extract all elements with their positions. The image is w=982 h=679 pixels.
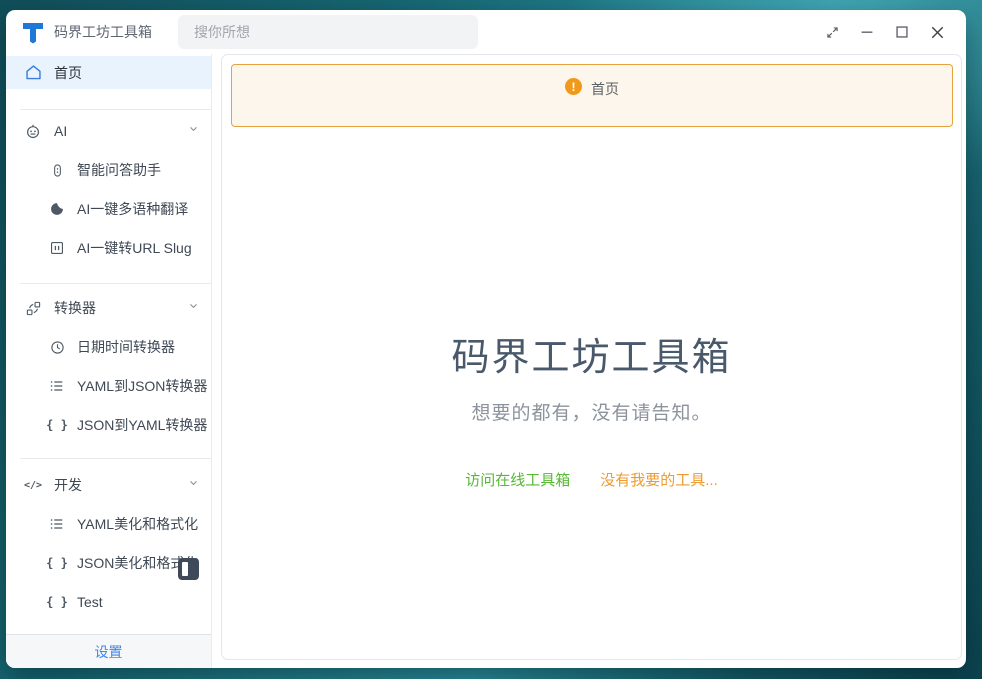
hero: 码界工坊工具箱 想要的都有，没有请告知。 访问在线工具箱 没有我要的工具... <box>222 326 961 490</box>
sidebar-item-label: AI一键转URL Slug <box>77 238 192 258</box>
titlebar: 码界工坊工具箱 <box>6 10 966 54</box>
braces-icon: { } <box>47 556 67 570</box>
chevron-down-icon[interactable] <box>186 475 201 495</box>
mouse-cursor <box>178 558 199 580</box>
sidebar-item-yaml-to-json[interactable]: YAML到JSON转换器 <box>6 370 211 402</box>
minimize-button[interactable] <box>854 19 880 45</box>
expand-icon[interactable] <box>819 19 845 45</box>
sidebar-section-ai[interactable]: AI <box>6 115 211 147</box>
hero-links: 访问在线工具箱 没有我要的工具... <box>222 469 961 490</box>
sidebar-divider <box>20 283 211 284</box>
url-slug-icon <box>47 240 67 256</box>
sidebar-section-label: AI <box>54 123 67 139</box>
main-panel: ! 首页 码界工坊工具箱 想要的都有，没有请告知。 访问在线工具箱 没有我要的工… <box>221 54 962 660</box>
warning-icon: ! <box>565 78 582 95</box>
online-toolbox-link[interactable]: 访问在线工具箱 <box>465 469 570 490</box>
alert-banner: ! 首页 <box>231 64 953 127</box>
sidebar-section-label: 转换器 <box>54 298 96 318</box>
sidebar-item-label: YAML美化和格式化 <box>77 514 198 534</box>
list-icon <box>47 378 67 394</box>
search-input[interactable] <box>178 15 478 49</box>
sidebar-item-label: YAML到JSON转换器 <box>77 376 207 396</box>
sidebar-item-label: Test <box>77 594 103 610</box>
sidebar-section-dev[interactable]: </> 开发 <box>6 469 211 501</box>
app-logo-icon <box>20 19 46 45</box>
hero-title: 码界工坊工具箱 <box>222 326 961 381</box>
robot-icon <box>23 122 43 140</box>
settings-button[interactable]: 设置 <box>6 634 211 668</box>
hero-subtitle: 想要的都有，没有请告知。 <box>222 398 961 425</box>
sidebar-section-label: 开发 <box>54 475 82 495</box>
sidebar-divider <box>20 458 211 459</box>
braces-icon: { } <box>47 418 67 432</box>
alert-label: 首页 <box>591 79 619 99</box>
sidebar-item-label: AI一键多语种翻译 <box>77 199 188 219</box>
close-button[interactable] <box>924 19 950 45</box>
missing-tool-link[interactable]: 没有我要的工具... <box>600 469 718 490</box>
home-icon <box>23 63 43 82</box>
translate-icon <box>47 201 67 217</box>
list-icon <box>47 516 67 532</box>
sidebar-section-converter[interactable]: 转换器 <box>6 292 211 324</box>
sidebar-item-yaml-beautify[interactable]: YAML美化和格式化 <box>6 508 211 540</box>
sidebar-item-label: 日期时间转换器 <box>77 337 175 357</box>
braces-icon: { } <box>47 595 67 609</box>
sidebar-item-datetime-converter[interactable]: 日期时间转换器 <box>6 331 211 363</box>
sidebar-divider <box>20 109 211 110</box>
clock-icon <box>47 339 67 356</box>
sidebar-item-label: 首页 <box>54 63 82 83</box>
assistant-icon <box>47 163 67 178</box>
sidebar-item-ai-translate[interactable]: AI一键多语种翻译 <box>6 193 211 225</box>
maximize-button[interactable] <box>889 19 915 45</box>
sidebar-item-qa-assistant[interactable]: 智能问答助手 <box>6 154 211 186</box>
transform-icon <box>23 300 43 317</box>
sidebar-item-home[interactable]: 首页 <box>6 56 211 89</box>
app-window: 码界工坊工具箱 <box>6 10 966 668</box>
sidebar-item-label: JSON到YAML转换器 <box>77 415 207 435</box>
sidebar-item-url-slug[interactable]: AI一键转URL Slug <box>6 232 211 264</box>
code-icon: </> <box>23 480 43 491</box>
app-title: 码界工坊工具箱 <box>54 22 152 42</box>
sidebar-item-test[interactable]: { } Test <box>6 586 211 618</box>
chevron-down-icon[interactable] <box>186 121 201 141</box>
chevron-down-icon[interactable] <box>186 298 201 318</box>
sidebar-item-json-to-yaml[interactable]: { } JSON到YAML转换器 <box>6 409 211 441</box>
settings-label: 设置 <box>95 642 123 662</box>
sidebar-item-label: 智能问答助手 <box>77 160 161 180</box>
